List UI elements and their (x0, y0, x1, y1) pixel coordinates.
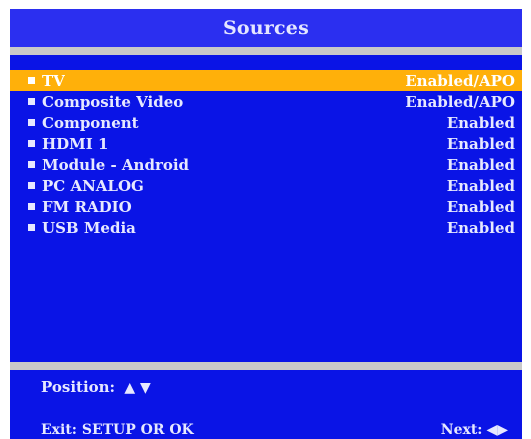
menu-title: Sources (223, 17, 309, 39)
source-item-composite-video[interactable]: Composite Video Enabled/APO (10, 91, 522, 112)
source-item-module-android[interactable]: Module - Android Enabled (10, 154, 522, 175)
source-label: Module - Android (42, 155, 190, 174)
source-list: TV Enabled/APO Composite Video Enabled/A… (10, 70, 522, 238)
bullet-icon (28, 140, 35, 147)
top-separator (10, 47, 522, 55)
source-item-tv[interactable]: TV Enabled/APO (10, 70, 522, 91)
bullet-icon (28, 224, 35, 231)
source-status: Enabled/APO (405, 71, 515, 90)
source-label: Composite Video (42, 92, 184, 111)
source-item-usb-media[interactable]: USB Media Enabled (10, 217, 522, 238)
position-hint: Position: ▲ ▼ (41, 378, 151, 396)
menu-title-bar: Sources (10, 9, 522, 47)
source-label: TV (42, 71, 65, 90)
source-item-component[interactable]: Component Enabled (10, 112, 522, 133)
source-label: Component (42, 113, 139, 132)
bullet-icon (28, 161, 35, 168)
bottom-separator (10, 362, 522, 370)
bullet-icon (28, 119, 35, 126)
source-label: USB Media (42, 218, 136, 237)
sources-menu-panel: Sources TV Enabled/APO Composite Video E… (10, 9, 522, 439)
source-label: FM RADIO (42, 197, 132, 216)
bullet-icon (28, 77, 35, 84)
up-down-arrows-icon: ▲ ▼ (124, 380, 151, 396)
source-label: HDMI 1 (42, 134, 109, 153)
source-item-hdmi-1[interactable]: HDMI 1 Enabled (10, 133, 522, 154)
source-status: Enabled (446, 218, 515, 237)
source-status: Enabled (446, 197, 515, 216)
position-label: Position: (41, 378, 116, 396)
source-item-pc-analog[interactable]: PC ANALOG Enabled (10, 175, 522, 196)
menu-footer: Position: ▲ ▼ Exit: SETUP OR OK Next: ◀▶ (10, 370, 522, 439)
source-status: Enabled/APO (405, 92, 515, 111)
source-status: Enabled (446, 134, 515, 153)
left-right-arrows-icon: ◀▶ (486, 422, 508, 438)
source-status: Enabled (446, 155, 515, 174)
exit-hint: Exit: SETUP OR OK (41, 422, 194, 438)
source-label: PC ANALOG (42, 176, 144, 195)
source-status: Enabled (446, 176, 515, 195)
bullet-icon (28, 98, 35, 105)
bullet-icon (28, 203, 35, 210)
source-item-fm-radio[interactable]: FM RADIO Enabled (10, 196, 522, 217)
source-status: Enabled (446, 113, 515, 132)
next-hint: Next: ◀▶ (441, 422, 508, 438)
next-label: Next: (440, 422, 483, 438)
bullet-icon (28, 182, 35, 189)
